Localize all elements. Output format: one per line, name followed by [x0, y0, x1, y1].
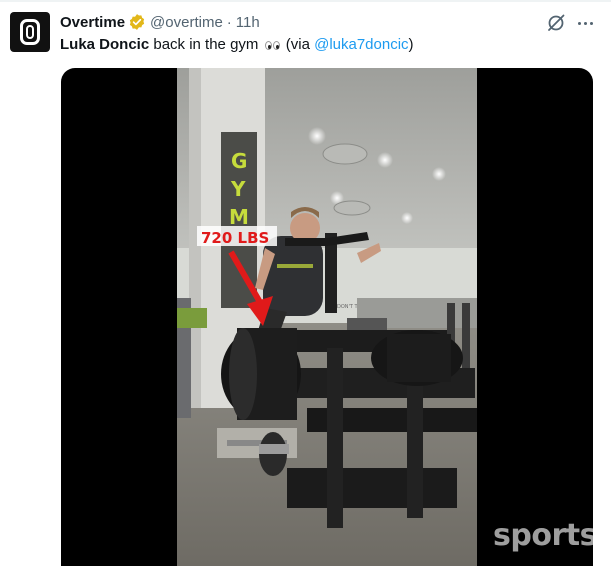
weight-label: 720 LBS: [201, 229, 269, 247]
tweet-text-close: ): [408, 36, 414, 53]
mention-link[interactable]: @luka7doncic: [314, 36, 408, 53]
tweet-header: Overtime @overtime · 11h: [60, 12, 260, 32]
svg-text:Y: Y: [230, 177, 246, 201]
top-divider: [0, 0, 611, 2]
overtime-logo-icon: [20, 19, 40, 45]
svg-text:M: M: [229, 205, 249, 229]
tweet-text-via: (via: [281, 36, 315, 53]
avatar[interactable]: [10, 12, 50, 52]
video-frame[interactable]: DON'T THROW WEIGHTS G Y M: [177, 68, 477, 566]
grok-icon[interactable]: [546, 13, 566, 33]
svg-text:G: G: [231, 149, 247, 173]
display-name[interactable]: Overtime: [60, 14, 125, 31]
more-icon[interactable]: [574, 13, 596, 33]
tweet-text-main: back in the gym: [149, 36, 259, 53]
handle[interactable]: @overtime: [150, 14, 223, 31]
video-player[interactable]: DON'T THROW WEIGHTS G Y M: [61, 68, 593, 566]
tweet-text-bold: Luka Doncic: [60, 36, 150, 53]
verified-badge-icon[interactable]: [128, 13, 146, 31]
gym-scene-image: DON'T THROW WEIGHTS G Y M: [177, 68, 477, 566]
watermark-text: sports: [493, 518, 597, 553]
tweet-text: Luka Doncic back in the gym (via @luka7d…: [60, 35, 414, 55]
separator: ·: [226, 13, 232, 31]
timestamp[interactable]: 11h: [236, 14, 260, 31]
eyes-emoji-icon: [264, 40, 280, 50]
